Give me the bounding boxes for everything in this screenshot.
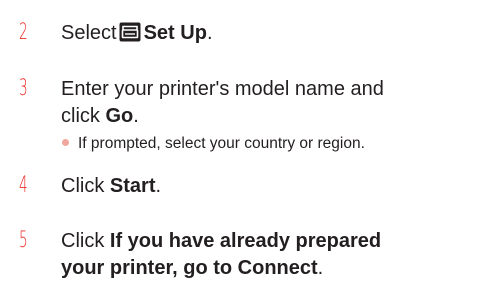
bullet-icon	[62, 139, 69, 146]
step-bold: Start	[109, 175, 156, 197]
step-text: Select Set Up.	[61, 20, 471, 50]
step-bold: Go	[105, 105, 134, 127]
step-number: 3	[19, 76, 28, 101]
step-line-1: Enter your printer's model name and	[61, 78, 384, 100]
step-bold-line-1: If you have already prepared	[109, 230, 382, 252]
step-line-2-prefix: click	[61, 105, 100, 127]
step-text: Enter your printer's model name and clic…	[61, 76, 471, 130]
step-suffix: .	[206, 22, 213, 44]
step-suffix: .	[317, 257, 324, 279]
step-prefix: Select	[61, 22, 117, 44]
step-number: 4	[19, 173, 28, 198]
step-text: Click If you have already prepared your …	[61, 228, 471, 282]
step-bold: Set Up	[143, 22, 207, 44]
step-suffix: .	[133, 105, 139, 127]
printer-setup-icon	[119, 22, 141, 50]
step-note-text: If prompted, select your country or regi…	[78, 135, 365, 152]
step-number: 2	[19, 20, 28, 45]
step-note: If prompted, select your country or regi…	[62, 134, 472, 154]
step-bold-line-2: your printer, go to Connect	[61, 257, 318, 279]
step-number: 5	[19, 228, 28, 253]
step-prefix: Click	[61, 230, 105, 252]
step-prefix: Click	[61, 175, 105, 197]
step-text: Click Start.	[61, 173, 471, 200]
step-suffix: .	[155, 175, 162, 197]
